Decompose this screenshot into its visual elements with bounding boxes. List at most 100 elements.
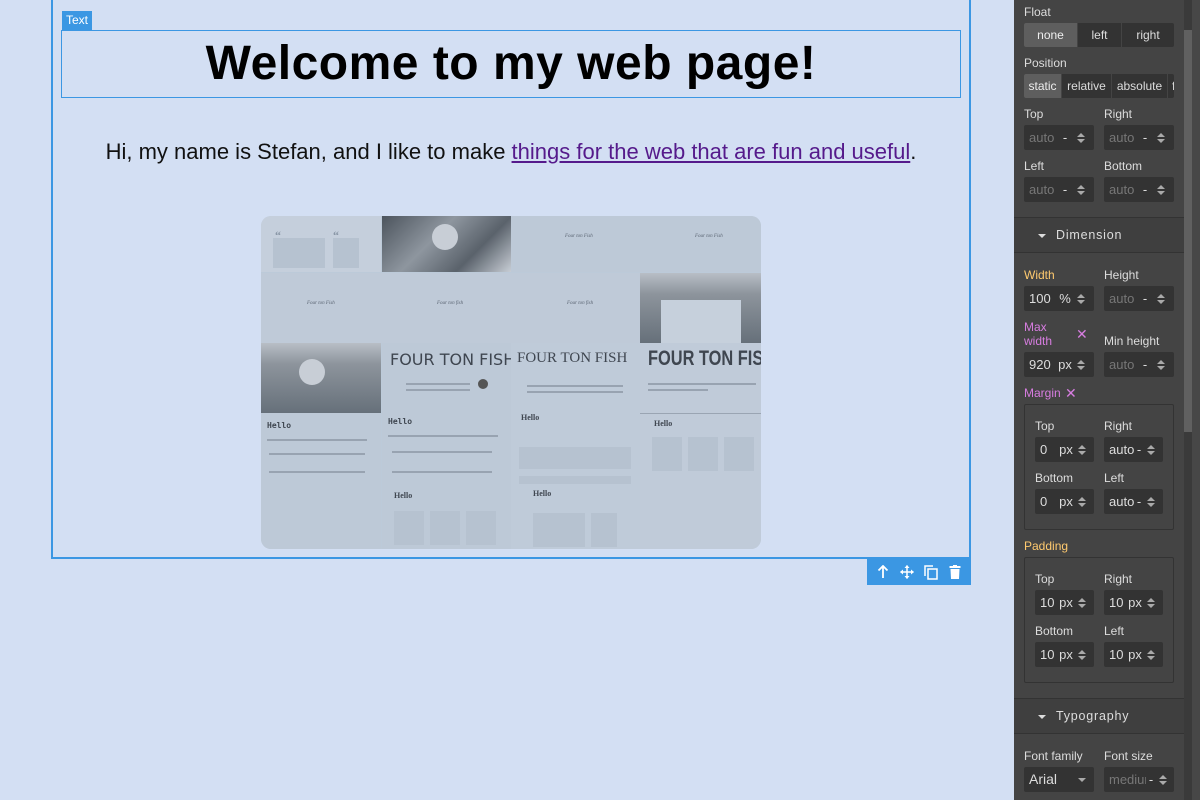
padding-right-unit[interactable]: px <box>1126 595 1144 610</box>
position-left-input[interactable]: auto - <box>1024 177 1094 202</box>
height-value[interactable]: auto <box>1104 291 1136 306</box>
height-stepper[interactable] <box>1154 293 1168 304</box>
margin-top-input[interactable]: 0 px <box>1035 437 1094 462</box>
padding-right-stepper[interactable] <box>1144 597 1158 608</box>
height-unit[interactable]: - <box>1136 291 1154 306</box>
position-option-static[interactable]: static <box>1024 74 1062 98</box>
preview-text-line <box>267 439 367 441</box>
padding-left-unit[interactable]: px <box>1126 647 1144 662</box>
min-height-stepper[interactable] <box>1154 359 1168 370</box>
position-option-fixed[interactable]: fixed <box>1168 74 1174 98</box>
font-size-input[interactable]: medium- <box>1104 767 1174 792</box>
position-right-input[interactable]: auto - <box>1104 125 1174 150</box>
padding-top-stepper[interactable] <box>1075 597 1089 608</box>
margin-left-unit[interactable]: - <box>1134 494 1144 509</box>
position-right-unit[interactable]: - <box>1136 130 1154 145</box>
position-bottom-stepper[interactable] <box>1154 184 1168 195</box>
position-left-unit[interactable]: - <box>1056 182 1074 197</box>
position-option-absolute[interactable]: absolute <box>1112 74 1168 98</box>
margin-right-unit[interactable]: - <box>1134 442 1144 457</box>
margin-right-input[interactable]: auto - <box>1104 437 1163 462</box>
preview-hello: Hello <box>267 421 292 430</box>
move-icon[interactable] <box>897 565 917 579</box>
position-top-value[interactable]: auto <box>1024 130 1056 145</box>
padding-bottom-stepper[interactable] <box>1075 649 1089 660</box>
width-stepper[interactable] <box>1074 293 1088 304</box>
position-bottom-input[interactable]: auto - <box>1104 177 1174 202</box>
preview-grid <box>661 300 741 343</box>
margin-top-unit[interactable]: px <box>1057 442 1075 457</box>
width-label: Width <box>1024 268 1055 282</box>
padding-top-unit[interactable]: px <box>1057 595 1075 610</box>
padding-right-value[interactable]: 10 <box>1104 595 1126 610</box>
position-right-value[interactable]: auto <box>1104 130 1136 145</box>
padding-bottom-unit[interactable]: px <box>1057 647 1075 662</box>
width-value[interactable]: 100 <box>1024 291 1056 306</box>
position-option-relative[interactable]: relative <box>1062 74 1112 98</box>
font-size-unit[interactable]: - <box>1146 772 1156 787</box>
float-label: Float <box>1024 5 1051 19</box>
max-width-unit[interactable]: px <box>1056 357 1074 372</box>
min-height-unit[interactable]: - <box>1136 357 1154 372</box>
height-label: Height <box>1104 268 1139 282</box>
panel-scrollbar-thumb[interactable] <box>1184 30 1192 432</box>
margin-left-value[interactable]: auto <box>1104 494 1134 509</box>
margin-bottom-stepper[interactable] <box>1075 496 1089 507</box>
padding-top-value[interactable]: 10 <box>1035 595 1057 610</box>
padding-top-input[interactable]: 10 px <box>1035 590 1094 615</box>
margin-left-input[interactable]: auto - <box>1104 489 1163 514</box>
margin-bottom-unit[interactable]: px <box>1057 494 1075 509</box>
clear-max-width-icon[interactable]: ✕ <box>1076 326 1088 343</box>
page-heading[interactable]: Welcome to my web page! <box>61 30 961 98</box>
position-left-stepper[interactable] <box>1074 184 1088 195</box>
max-width-input[interactable]: 920 px <box>1024 352 1094 377</box>
sector-typography[interactable]: Typography <box>1014 698 1184 734</box>
margin-right-stepper[interactable] <box>1144 444 1158 455</box>
margin-top-stepper[interactable] <box>1075 444 1089 455</box>
max-width-value[interactable]: 920 <box>1024 357 1056 372</box>
position-bottom-unit[interactable]: - <box>1136 182 1154 197</box>
sector-dimension[interactable]: Dimension <box>1014 217 1184 253</box>
max-width-stepper[interactable] <box>1074 359 1088 370</box>
arrow-up-icon[interactable] <box>873 565 893 579</box>
font-size-stepper[interactable] <box>1156 774 1170 785</box>
clear-margin-icon[interactable]: ✕ <box>1065 385 1077 402</box>
position-top-stepper[interactable] <box>1074 132 1088 143</box>
preview-text-line <box>527 385 623 387</box>
font-size-value[interactable]: medium <box>1104 772 1146 787</box>
preview-hello: Hello <box>394 491 413 500</box>
delete-icon[interactable] <box>945 565 965 579</box>
padding-right-input[interactable]: 10 px <box>1104 590 1163 615</box>
position-top-unit[interactable]: - <box>1056 130 1074 145</box>
padding-left-input[interactable]: 10 px <box>1104 642 1163 667</box>
min-height-value[interactable]: auto <box>1104 357 1136 372</box>
min-height-input[interactable]: auto - <box>1104 352 1174 377</box>
margin-top-value[interactable]: 0 <box>1035 442 1057 457</box>
float-option-right[interactable]: right <box>1122 23 1174 47</box>
outer-scrollbar[interactable] <box>1192 0 1200 800</box>
intro-link[interactable]: things for the web that are fun and usef… <box>512 139 911 164</box>
padding-left-stepper[interactable] <box>1144 649 1158 660</box>
position-right-stepper[interactable] <box>1154 132 1168 143</box>
float-option-left[interactable]: left <box>1078 23 1122 47</box>
position-left-value[interactable]: auto <box>1024 182 1056 197</box>
editor-canvas[interactable]: Text Welcome to my web page! Hi, my name… <box>0 0 1014 800</box>
width-input[interactable]: 100% <box>1024 286 1094 311</box>
preview-image[interactable]: “ “ Four ton Fish Four ton Fish Four ton… <box>261 216 761 549</box>
padding-left-value[interactable]: 10 <box>1104 647 1126 662</box>
float-option-none[interactable]: none <box>1024 23 1078 47</box>
padding-bottom-value[interactable]: 10 <box>1035 647 1057 662</box>
margin-right-value[interactable]: auto <box>1104 442 1134 457</box>
intro-paragraph[interactable]: Hi, my name is Stefan, and I like to mak… <box>61 136 961 168</box>
margin-bottom-value[interactable]: 0 <box>1035 494 1057 509</box>
position-bottom-value[interactable]: auto <box>1104 182 1136 197</box>
copy-icon[interactable] <box>921 564 941 580</box>
height-input[interactable]: auto - <box>1104 286 1174 311</box>
margin-bottom-input[interactable]: 0 px <box>1035 489 1094 514</box>
width-unit[interactable]: % <box>1056 291 1074 306</box>
margin-left-stepper[interactable] <box>1144 496 1158 507</box>
font-family-select[interactable]: Arial <box>1024 767 1094 792</box>
padding-bottom-input[interactable]: 10 px <box>1035 642 1094 667</box>
position-top-input[interactable]: auto - <box>1024 125 1094 150</box>
preview-text-line <box>527 391 623 393</box>
